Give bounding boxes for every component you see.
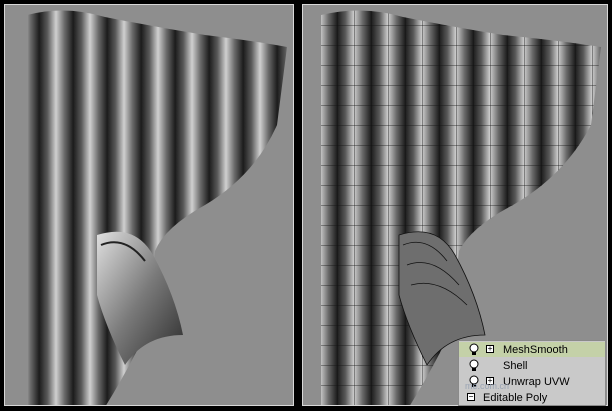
stack-item-meshsmooth[interactable]: + MeshSmooth <box>459 342 605 357</box>
stack-item-label: Editable Poly <box>483 391 548 404</box>
stack-item-label: MeshSmooth <box>503 343 568 356</box>
modifier-stack-panel[interactable]: + MeshSmooth Shell + Unwrap UVW − Editab… <box>458 340 606 406</box>
left-viewport[interactable] <box>4 4 294 406</box>
watermark-text: me.com.cn <box>465 381 510 391</box>
stack-item-label: Unwrap UVW <box>503 375 570 388</box>
screenshot-frame: + MeshSmooth Shell + Unwrap UVW − Editab… <box>0 0 612 411</box>
lightbulb-icon[interactable] <box>469 343 479 356</box>
stack-item-label: Shell <box>503 359 528 372</box>
stack-item-shell[interactable]: Shell <box>459 358 605 373</box>
collapse-minus-icon[interactable]: − <box>467 393 475 401</box>
stack-item-editable-poly[interactable]: − Editable Poly <box>459 390 605 405</box>
expand-plus-icon[interactable]: + <box>486 345 494 353</box>
curtain-render-shaded <box>27 10 287 405</box>
lightbulb-icon[interactable] <box>469 359 479 372</box>
